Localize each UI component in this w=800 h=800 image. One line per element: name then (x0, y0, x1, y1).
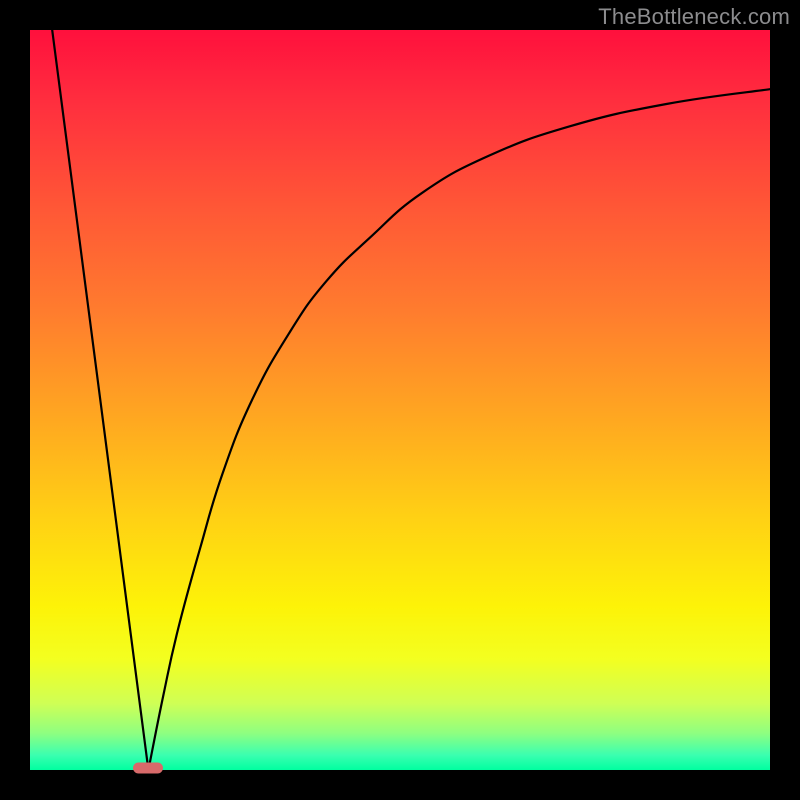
bottleneck-marker (133, 763, 163, 774)
plot-area (30, 30, 770, 770)
chart-frame: TheBottleneck.com (0, 0, 800, 800)
watermark-text: TheBottleneck.com (598, 4, 790, 30)
curve-path (52, 30, 770, 770)
chart-curves (30, 30, 770, 770)
